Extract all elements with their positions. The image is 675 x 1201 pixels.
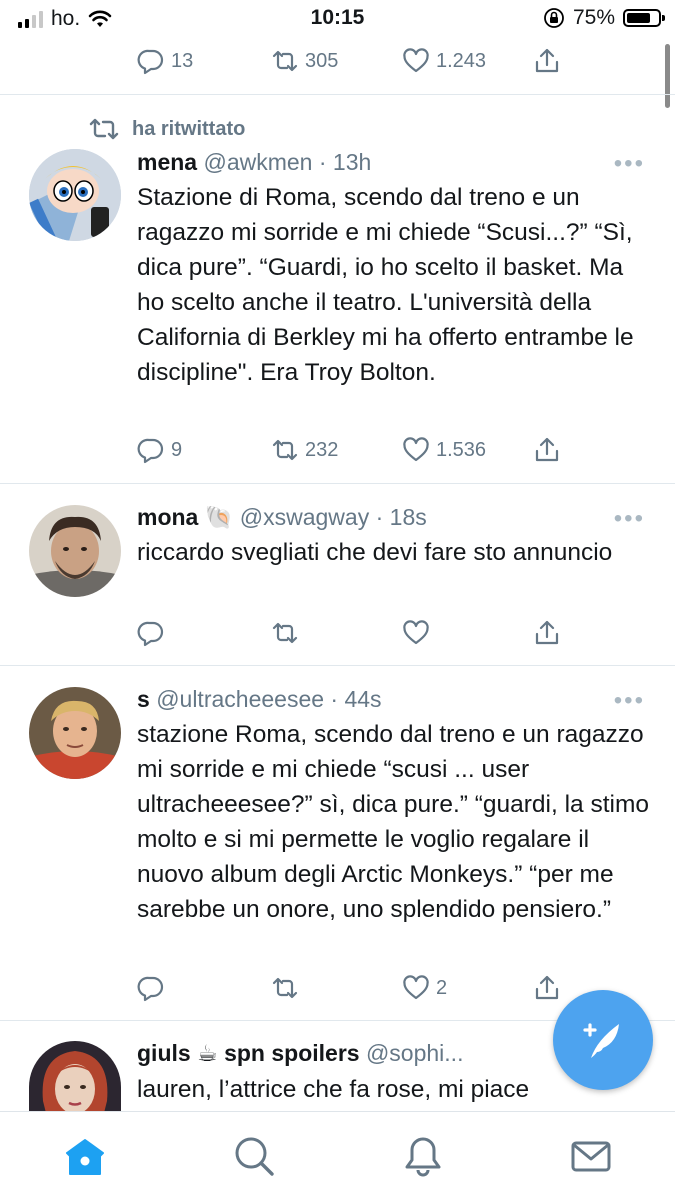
like-count: 2 [436, 976, 448, 999]
like-count: 1.536 [436, 438, 487, 461]
avatar-image [29, 505, 121, 597]
status-bar: ho. 10:15 75% [0, 0, 675, 38]
divider [0, 94, 675, 95]
retweet-icon [272, 977, 298, 999]
reply-button[interactable] [137, 972, 171, 1004]
handle: @sophi... [365, 1040, 464, 1066]
share-icon [535, 437, 559, 462]
tweet-text: riccardo svegliati che devi fare sto ann… [137, 539, 613, 566]
reply-icon [137, 621, 164, 647]
reply-button[interactable]: 13 [137, 45, 193, 77]
retweet-count: 305 [305, 49, 339, 72]
like-button[interactable]: 2 [402, 972, 447, 1004]
retweet-icon [272, 622, 298, 644]
reply-icon [137, 49, 164, 75]
scroll-indicator[interactable] [665, 44, 670, 108]
home-icon [66, 1139, 104, 1175]
heart-icon [403, 975, 429, 1000]
avatar[interactable] [29, 1041, 121, 1111]
notifications-icon [405, 1137, 441, 1177]
handle-timestamp: @xswagway · 18s [239, 504, 427, 530]
share-button[interactable] [533, 434, 561, 466]
shell-emoji: 🐚 [204, 504, 234, 530]
reply-count: 13 [171, 49, 194, 72]
avatar-image [29, 687, 121, 779]
tweet-header: mona 🐚 @xswagway · 18s [137, 504, 427, 531]
heart-icon [403, 437, 429, 462]
display-name[interactable]: mena [137, 149, 197, 175]
tweet-actions: 2 [137, 972, 577, 1004]
retweet-button[interactable]: 305 [271, 45, 338, 77]
coffee-emoji: ☕ [197, 1040, 218, 1066]
handle-timestamp: @awkmen · 13h [203, 149, 372, 175]
share-button[interactable] [533, 972, 561, 1004]
display-name[interactable]: giuls [137, 1040, 191, 1066]
tab-home[interactable] [63, 1134, 107, 1178]
retweet-button[interactable]: 232 [271, 434, 338, 466]
heart-icon [403, 48, 429, 73]
reply-count: 9 [171, 438, 183, 461]
divider [0, 665, 675, 666]
reply-button[interactable]: 9 [137, 434, 182, 466]
handle-timestamp: @ultracheeesee · 44s [156, 686, 382, 712]
reply-icon [137, 976, 164, 1002]
more-options-button[interactable]: ••• [614, 150, 645, 178]
divider [0, 483, 675, 484]
retweet-icon [89, 118, 119, 140]
tweet-actions: 13 305 1.243 [137, 45, 577, 77]
more-options-button[interactable]: ••• [614, 505, 645, 533]
avatar-image [29, 149, 121, 241]
retweeted-by-label: ha ritwittato [132, 117, 246, 140]
like-button[interactable]: 1.536 [402, 434, 486, 466]
tab-search[interactable] [232, 1134, 276, 1178]
battery-percent: 75% [572, 6, 615, 29]
tab-bar [0, 1111, 675, 1201]
avatar[interactable] [29, 149, 121, 241]
reply-button[interactable] [137, 617, 171, 649]
retweet-icon [272, 439, 298, 461]
display-name-suffix: spn spoilers [224, 1040, 360, 1066]
retweet-button[interactable] [271, 972, 305, 1004]
reply-icon [137, 438, 164, 464]
heart-icon [403, 620, 429, 645]
tab-notifications[interactable] [401, 1134, 445, 1178]
tweet-actions: 9 232 1.536 [137, 434, 577, 466]
retweet-icon [272, 50, 298, 72]
search-icon [235, 1137, 274, 1176]
display-name[interactable]: mona [137, 504, 198, 530]
display-name[interactable]: s [137, 686, 150, 712]
tweet-header: s @ultracheeesee · 44s [137, 686, 382, 713]
retweet-button[interactable] [271, 617, 305, 649]
tweet-header: mena @awkmen · 13h [137, 149, 371, 176]
share-icon [535, 48, 559, 73]
battery-icon [623, 9, 665, 27]
share-icon [535, 620, 559, 645]
tweet-actions [137, 617, 577, 649]
like-button[interactable] [402, 617, 436, 649]
retweet-count: 232 [305, 438, 339, 461]
like-count: 1.243 [436, 49, 487, 72]
avatar-image [29, 1041, 121, 1111]
more-options-button[interactable]: ••• [614, 687, 645, 715]
tweet-text: Stazione di Roma, scendo dal treno e un … [137, 184, 634, 386]
avatar[interactable] [29, 505, 121, 597]
retweet-header: ha ritwittato [88, 116, 245, 142]
tweet-header: giuls ☕ spn spoilers @sophi... [137, 1040, 542, 1067]
like-button[interactable]: 1.243 [402, 45, 486, 77]
avatar[interactable] [29, 687, 121, 779]
share-icon [535, 975, 559, 1000]
compose-tweet-button[interactable] [553, 990, 653, 1090]
messages-icon [571, 1141, 611, 1172]
compose-tweet-icon [583, 1023, 619, 1058]
orientation-lock-icon [544, 8, 564, 28]
share-button[interactable] [533, 45, 561, 77]
share-button[interactable] [533, 617, 561, 649]
tab-messages[interactable] [569, 1134, 613, 1178]
tweet-text: stazione Roma, scendo dal treno e un rag… [137, 721, 650, 923]
